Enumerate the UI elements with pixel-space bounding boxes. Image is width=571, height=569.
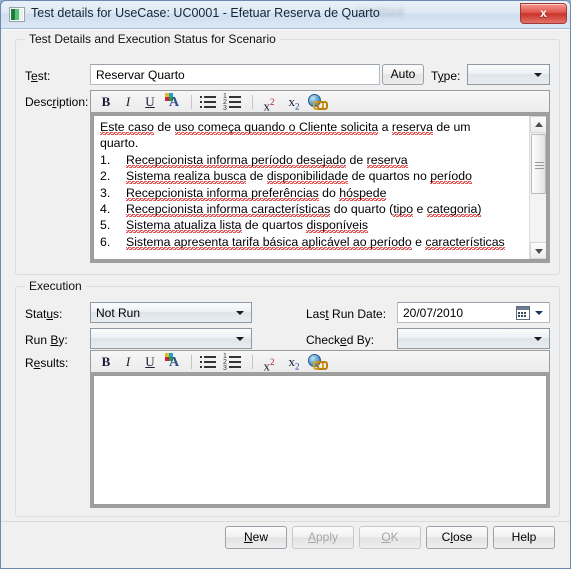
bullet-list-icon[interactable] (199, 353, 219, 371)
description-scrollbar[interactable] (529, 116, 546, 259)
toolbar-separator-1 (191, 95, 192, 109)
last-run-date-label: Last Run Date: (306, 307, 387, 321)
underline-icon[interactable]: U (141, 353, 159, 371)
description-line-7: 5. Sistema atualiza lista de quartos disp… (100, 218, 368, 234)
superscript-icon[interactable]: x2 (259, 353, 279, 373)
type-label: Type: (431, 69, 461, 83)
font-color-icon[interactable]: A (163, 93, 183, 111)
chevron-down-icon (534, 72, 542, 77)
hyperlink-icon[interactable] (307, 93, 328, 111)
status-select-value: Not Run (96, 306, 141, 320)
toolbar-separator-2 (252, 95, 253, 109)
hyperlink-icon[interactable] (307, 353, 328, 371)
font-color-icon[interactable]: A (163, 353, 183, 371)
description-line-5: 3. Recepcionista informa preferências do … (100, 185, 387, 201)
ok-button[interactable]: OK (359, 526, 421, 549)
apply-button[interactable]: Apply (292, 526, 354, 549)
italic-icon[interactable]: I (119, 93, 137, 111)
superscript-icon[interactable]: x2 (259, 93, 279, 113)
description-line-3: 1. Recepcionista informa período desejado… (100, 152, 408, 168)
description-line-6: 4. Recepcionista informa características … (100, 202, 482, 218)
numbered-list-icon[interactable]: 1 2 3 (223, 353, 245, 372)
bullet-list-icon[interactable] (199, 93, 219, 111)
toolbar-separator-2 (252, 355, 253, 369)
description-label: Description: (25, 95, 89, 109)
execution-group-legend: Execution (25, 279, 86, 293)
results-textarea[interactable] (93, 375, 547, 505)
footer-panel: New Apply OK Close Help (1, 522, 570, 568)
bold-icon[interactable]: B (97, 93, 115, 111)
scroll-down-icon[interactable] (530, 242, 546, 259)
results-toolbar: B I U A 1 2 3 x2 x2 (90, 350, 550, 373)
underline-icon[interactable]: U (141, 93, 159, 111)
chevron-down-icon (534, 336, 542, 341)
description-line-2: quarto. (100, 136, 139, 151)
application-icon (9, 7, 25, 22)
dialog-window: Test details for UseCase: UC0001 - Efetu… (0, 0, 571, 569)
bold-icon[interactable]: B (97, 353, 115, 371)
checked-by-select[interactable] (397, 328, 550, 349)
description-textarea[interactable]: Este caso de uso começa quando o Cliente… (93, 115, 547, 260)
last-run-date-value: 20/07/2010 (403, 306, 464, 320)
help-button[interactable]: Help (493, 526, 555, 549)
description-content: Este caso de uso começa quando o Cliente… (100, 119, 526, 250)
close-dialog-button[interactable]: Close (426, 526, 488, 549)
numbered-list-icon[interactable]: 1 2 3 (223, 93, 245, 112)
run-by-label: Run By: (25, 333, 68, 347)
description-line-1: Este caso de uso começa quando o Cliente… (100, 120, 471, 135)
new-button[interactable]: New (225, 526, 287, 549)
scrollbar-thumb[interactable] (531, 134, 546, 194)
title-bar: Test details for UseCase: UC0001 - Efetu… (1, 1, 570, 29)
results-label: Results: (25, 356, 69, 370)
subscript-icon[interactable]: x2 (284, 93, 304, 112)
chevron-down-icon[interactable] (535, 310, 543, 315)
close-button[interactable]: x (520, 3, 567, 24)
chevron-down-icon (236, 336, 244, 341)
description-editor: B I U A 1 2 3 x2 x2 Este caso de uso com… (90, 90, 550, 263)
description-line-8: 6. Sistema apresenta tarifa básica aplicá… (100, 234, 505, 250)
status-label: Status: (25, 307, 63, 321)
desktop-background: Test details for UseCase: UC0001 - Efetu… (0, 0, 571, 569)
description-toolbar: B I U A 1 2 3 x2 x2 (90, 90, 550, 113)
subscript-icon[interactable]: x2 (284, 353, 304, 372)
auto-button[interactable]: Auto (382, 64, 424, 85)
chevron-down-icon (236, 310, 244, 315)
status-select[interactable]: Not Run (90, 302, 252, 323)
checked-by-label: Checked By: (306, 333, 375, 347)
scroll-up-icon[interactable] (530, 116, 546, 133)
description-line-4: 2. Sistema realiza busca de disponibilida… (100, 169, 472, 185)
window-title: Test details for UseCase: UC0001 - Efetu… (31, 6, 380, 20)
dialog-client-area: Test Details and Execution Status for Sc… (1, 29, 570, 568)
run-by-select[interactable] (90, 328, 252, 349)
italic-icon[interactable]: I (119, 353, 137, 371)
last-run-date-input[interactable]: 20/07/2010 (397, 302, 550, 323)
test-details-group-legend: Test Details and Execution Status for Sc… (25, 32, 280, 46)
type-select[interactable] (467, 64, 550, 85)
toolbar-separator-1 (191, 355, 192, 369)
test-name-input[interactable]: Reservar Quarto (90, 64, 380, 85)
test-label: Test: (25, 69, 51, 83)
calendar-icon[interactable] (516, 306, 530, 320)
results-editor: B I U A 1 2 3 x2 x2 (90, 350, 550, 508)
